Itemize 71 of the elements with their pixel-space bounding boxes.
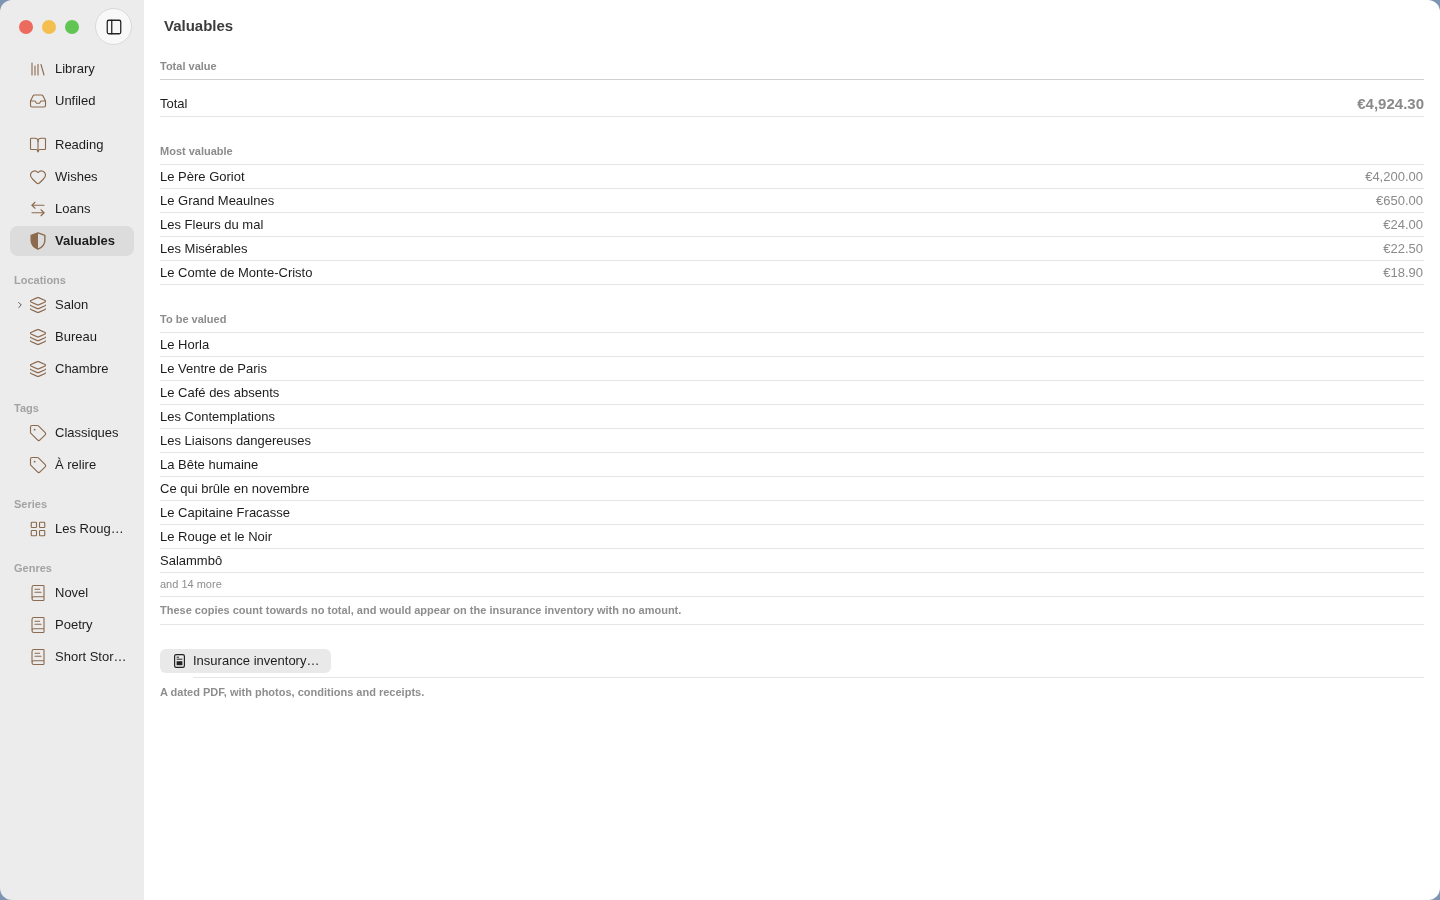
sidebar-item[interactable]: Poetry: [10, 610, 134, 640]
books-icon: [29, 60, 47, 78]
book-title: Le Café des absents: [160, 383, 280, 402]
tag-icon: [29, 456, 47, 474]
section-header: Most valuable: [160, 144, 233, 158]
sidebar-item[interactable]: Reading: [10, 130, 134, 160]
sidebar-item[interactable]: Unfiled: [10, 86, 134, 116]
book-value: €4,200.00: [1365, 167, 1424, 186]
book-icon: [29, 616, 47, 634]
book-title: Le Capitaine Fracasse: [160, 503, 291, 522]
book-title: Les Liaisons dangereuses: [160, 431, 312, 450]
sidebar-item[interactable]: Bureau: [10, 322, 134, 352]
section-note: These copies count towards no total, and would appear on the insurance inventory with no amount.: [160, 603, 682, 619]
book-title: Les Contemplations: [160, 407, 275, 426]
book-value: €24.00: [1383, 215, 1424, 234]
book-title: Le Horla: [160, 335, 210, 354]
close-button[interactable]: [19, 19, 33, 34]
book-title: La Bête humaine: [160, 455, 259, 474]
book-title: Ce qui brûle en novembre: [160, 479, 310, 498]
shield-icon: [30, 232, 46, 250]
sidebar-section-title: Series: [14, 497, 48, 511]
minimize-button[interactable]: [42, 19, 56, 34]
sidebar-item[interactable]: Salon: [10, 290, 134, 320]
book-title: Le Ventre de Paris: [160, 359, 267, 378]
sidebar-icon: [104, 17, 123, 36]
arrows-icon: [29, 200, 47, 218]
book-value: €650.00: [1376, 191, 1424, 210]
sidebar-toggle-button[interactable]: [95, 8, 132, 45]
grid-icon: [29, 520, 47, 538]
sidebar-section-title: Tags: [14, 401, 39, 415]
sidebar-section-title: Locations: [14, 273, 66, 287]
sidebar-section-title: Genres: [14, 561, 52, 575]
book-title: Les Misérables: [160, 239, 248, 258]
sidebar-item[interactable]: Les Roug…: [10, 514, 134, 544]
sidebar-item[interactable]: Short Stor…: [10, 642, 134, 672]
book-value: €18.90: [1383, 263, 1424, 282]
sidebar-item[interactable]: Classiques: [10, 418, 134, 448]
sidebar-item[interactable]: Novel: [10, 578, 134, 608]
book-title: Le Grand Meaulnes: [160, 191, 275, 210]
page-title: Valuables: [164, 15, 234, 36]
total-label: Total: [160, 96, 188, 112]
document-icon: [174, 654, 185, 668]
button-caption: A dated PDF, with photos, conditions and receipts.: [160, 685, 425, 699]
book-title: Les Fleurs du mal: [160, 215, 264, 234]
layers-icon: [29, 296, 47, 314]
zoom-button[interactable]: [65, 19, 79, 34]
section-header: To be valued: [160, 312, 227, 326]
insurance-inventory-button[interactable]: Insurance inventory…: [160, 649, 332, 673]
book-value: €22.50: [1383, 239, 1424, 258]
sidebar-item[interactable]: Library: [10, 54, 134, 84]
total-amount: €4,924.30: [1357, 96, 1424, 112]
sidebar-item[interactable]: Valuables: [10, 226, 134, 256]
sidebar-item[interactable]: Wishes: [10, 162, 134, 192]
book-title: Salammbô: [160, 551, 223, 570]
book-title: Le Rouge et le Noir: [160, 527, 272, 546]
book-icon: [29, 584, 47, 602]
sidebar-item[interactable]: Loans: [10, 194, 134, 224]
book-title: Le Père Goriot: [160, 167, 245, 186]
tag-icon: [29, 424, 47, 442]
sidebar-item[interactable]: À relire: [10, 450, 134, 480]
book-icon: [29, 648, 47, 666]
book-title: Le Comte de Monte-Cristo: [160, 263, 313, 282]
section-header: Total value: [160, 59, 217, 73]
layers-icon: [29, 328, 47, 346]
open-book-icon: [29, 136, 47, 154]
heart-icon: [29, 168, 47, 186]
sidebar-item[interactable]: Chambre: [10, 354, 134, 384]
chevron-icon[interactable]: [15, 300, 25, 310]
tray-icon: [29, 92, 47, 110]
more-count: and 14 more: [160, 577, 222, 593]
layers-icon: [29, 360, 47, 378]
